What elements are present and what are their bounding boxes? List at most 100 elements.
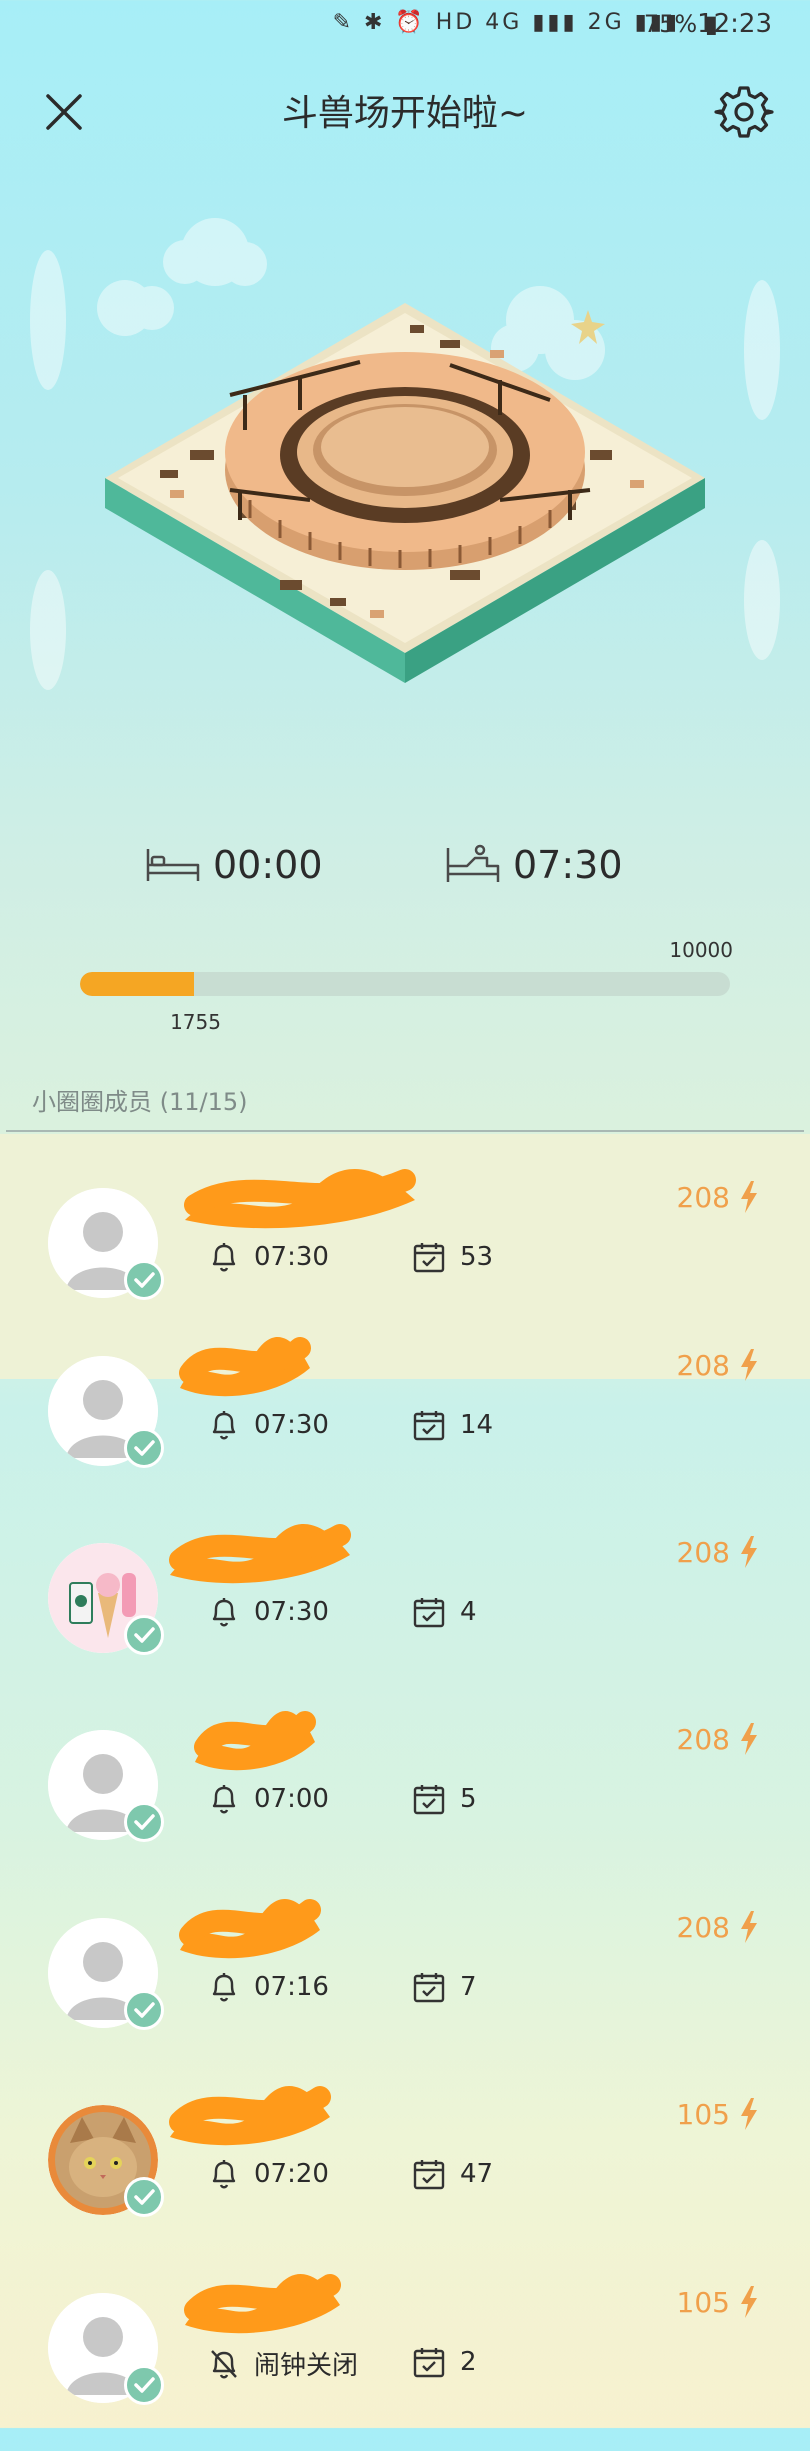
- status-time: 12:23: [697, 9, 772, 39]
- checkin-badge: [124, 1802, 164, 1842]
- lightning-icon: [741, 1349, 757, 1381]
- wake-icon: [446, 844, 500, 882]
- members-section-title: 小圈圈成员 (11/15): [32, 1088, 248, 1116]
- status-icons: ✎ ✱ ⏰ HD 4G ▮▮▮ 2G ▮▮▮: [332, 10, 680, 35]
- bell-icon: [212, 1598, 236, 1627]
- redacted-name: [169, 2085, 331, 2146]
- bell-icon: [212, 2160, 236, 2189]
- alarm-time-value: 07:30: [254, 1410, 329, 1440]
- waketime-value: 07:30: [513, 843, 623, 887]
- calendar-check-icon: [413, 1973, 445, 2003]
- bedtime-value: 00:00: [213, 843, 323, 887]
- check-icon: [134, 1814, 155, 1830]
- lightning-icon: [741, 1536, 757, 1568]
- alarm-time: 07:30: [208, 1595, 329, 1629]
- energy-value: 105: [676, 2285, 730, 2319]
- bell-icon: [212, 1243, 236, 1272]
- checkin-days-value: 5: [460, 1784, 477, 1814]
- alarm-time-value: 07:30: [254, 1242, 329, 1272]
- settings-button[interactable]: [714, 82, 774, 142]
- check-icon: [134, 1627, 155, 1643]
- calendar-check-icon: [413, 1243, 445, 1273]
- alarm-time: 07:30: [208, 1408, 329, 1442]
- progress-fill: [80, 972, 195, 996]
- redacted-name: [184, 1168, 416, 1229]
- alarm-time-value: 07:20: [254, 2159, 329, 2189]
- alarm-time: 07:16: [208, 1970, 329, 2004]
- calendar-check-icon: [413, 1785, 445, 1815]
- checkin-badge: [124, 1990, 164, 2030]
- bedtime: 00:00: [145, 830, 323, 900]
- checkin-badge: [124, 1615, 164, 1655]
- redacted-name: [184, 2273, 341, 2334]
- checkin-days: 14: [412, 1408, 493, 1442]
- bell-icon: [212, 1785, 236, 1814]
- checkin-days: 5: [412, 1782, 477, 1816]
- check-icon: [134, 1440, 155, 1456]
- progress-track: [80, 972, 730, 996]
- lightning-icon: [741, 2286, 757, 2318]
- alarm-time: 07:30: [208, 1240, 329, 1274]
- energy-score: 208: [677, 1180, 760, 1214]
- alarm-time-value: 07:30: [254, 1597, 329, 1627]
- alarm-time: 07:00: [208, 1782, 329, 1816]
- alarm-time: 07:20: [208, 2157, 329, 2191]
- energy-score: 208: [677, 1722, 760, 1756]
- energy-value: 105: [676, 2097, 730, 2131]
- energy-score: 208: [677, 1910, 760, 1944]
- calendar-check-icon: [413, 1598, 445, 1628]
- divider: [6, 1130, 804, 1132]
- checkin-days: 2: [412, 2345, 477, 2379]
- page-title: 斗兽场开始啦~: [281, 93, 529, 134]
- energy-score: 105: [677, 2285, 760, 2319]
- calendar-check-icon: [413, 2160, 445, 2190]
- alarm-off-icon: [211, 2349, 237, 2378]
- energy-value: 208: [676, 1910, 730, 1944]
- lightning-icon: [741, 1911, 757, 1943]
- bed-icon: [146, 849, 200, 881]
- redacted-name: [194, 1710, 316, 1771]
- checkin-days-value: 7: [460, 1972, 477, 2002]
- member-row[interactable]: 07:20 47 105: [0, 2077, 810, 2263]
- status-bar: ✎ ✱ ⏰ HD 4G ▮▮▮ 2G ▮▮▮ 75% ▮ 12:23: [0, 0, 810, 50]
- alarm-time-value: 闹钟关闭: [254, 2351, 359, 2381]
- energy-value: 208: [676, 1348, 730, 1382]
- member-row[interactable]: 闹钟关闭 2 105: [0, 2265, 810, 2451]
- checkin-days-value: 14: [460, 1410, 494, 1440]
- checkin-badge: [124, 2365, 164, 2405]
- checkin-days: 53: [412, 1240, 493, 1274]
- colosseum-illustration: [30, 218, 780, 690]
- member-row[interactable]: 07:00 5 208: [0, 1702, 810, 1888]
- energy-value: 208: [676, 1180, 730, 1214]
- member-row[interactable]: 07:30 53 208: [0, 1160, 810, 1346]
- check-icon: [134, 1272, 155, 1288]
- waketime: 07:30: [445, 830, 623, 900]
- checkin-days-value: 53: [460, 1242, 494, 1272]
- checkin-days: 47: [412, 2157, 493, 2191]
- group-progress: 10000 1755: [80, 930, 733, 1040]
- energy-value: 208: [676, 1535, 730, 1569]
- checkin-days-value: 4: [460, 1597, 477, 1627]
- alarm-time: 闹钟关闭: [208, 2345, 358, 2382]
- lightning-icon: [741, 1723, 757, 1755]
- member-row[interactable]: 07:30 14 208: [0, 1328, 810, 1514]
- energy-score: 208: [677, 1535, 760, 1569]
- redacted-name: [179, 1336, 311, 1397]
- checkin-days: 7: [412, 1970, 477, 2004]
- alarm-time-value: 07:00: [254, 1784, 329, 1814]
- member-row[interactable]: 07:16 7 208: [0, 1890, 810, 2076]
- energy-score: 105: [677, 2097, 760, 2131]
- redacted-name: [179, 1898, 321, 1959]
- bell-icon: [212, 1973, 236, 2002]
- checkin-days: 4: [412, 1595, 477, 1629]
- member-row[interactable]: 07:30 4 208: [0, 1515, 810, 1701]
- calendar-check-icon: [413, 2348, 445, 2378]
- sleep-schedule: 00:00 07:30: [0, 830, 810, 910]
- energy-score: 208: [677, 1348, 760, 1382]
- lightning-icon: [741, 1181, 757, 1213]
- progress-current-label: 1755: [170, 1010, 221, 1034]
- redacted-name: [169, 1523, 351, 1584]
- checkin-days-value: 47: [460, 2159, 494, 2189]
- check-icon: [134, 2002, 155, 2018]
- checkin-badge: [124, 2177, 164, 2217]
